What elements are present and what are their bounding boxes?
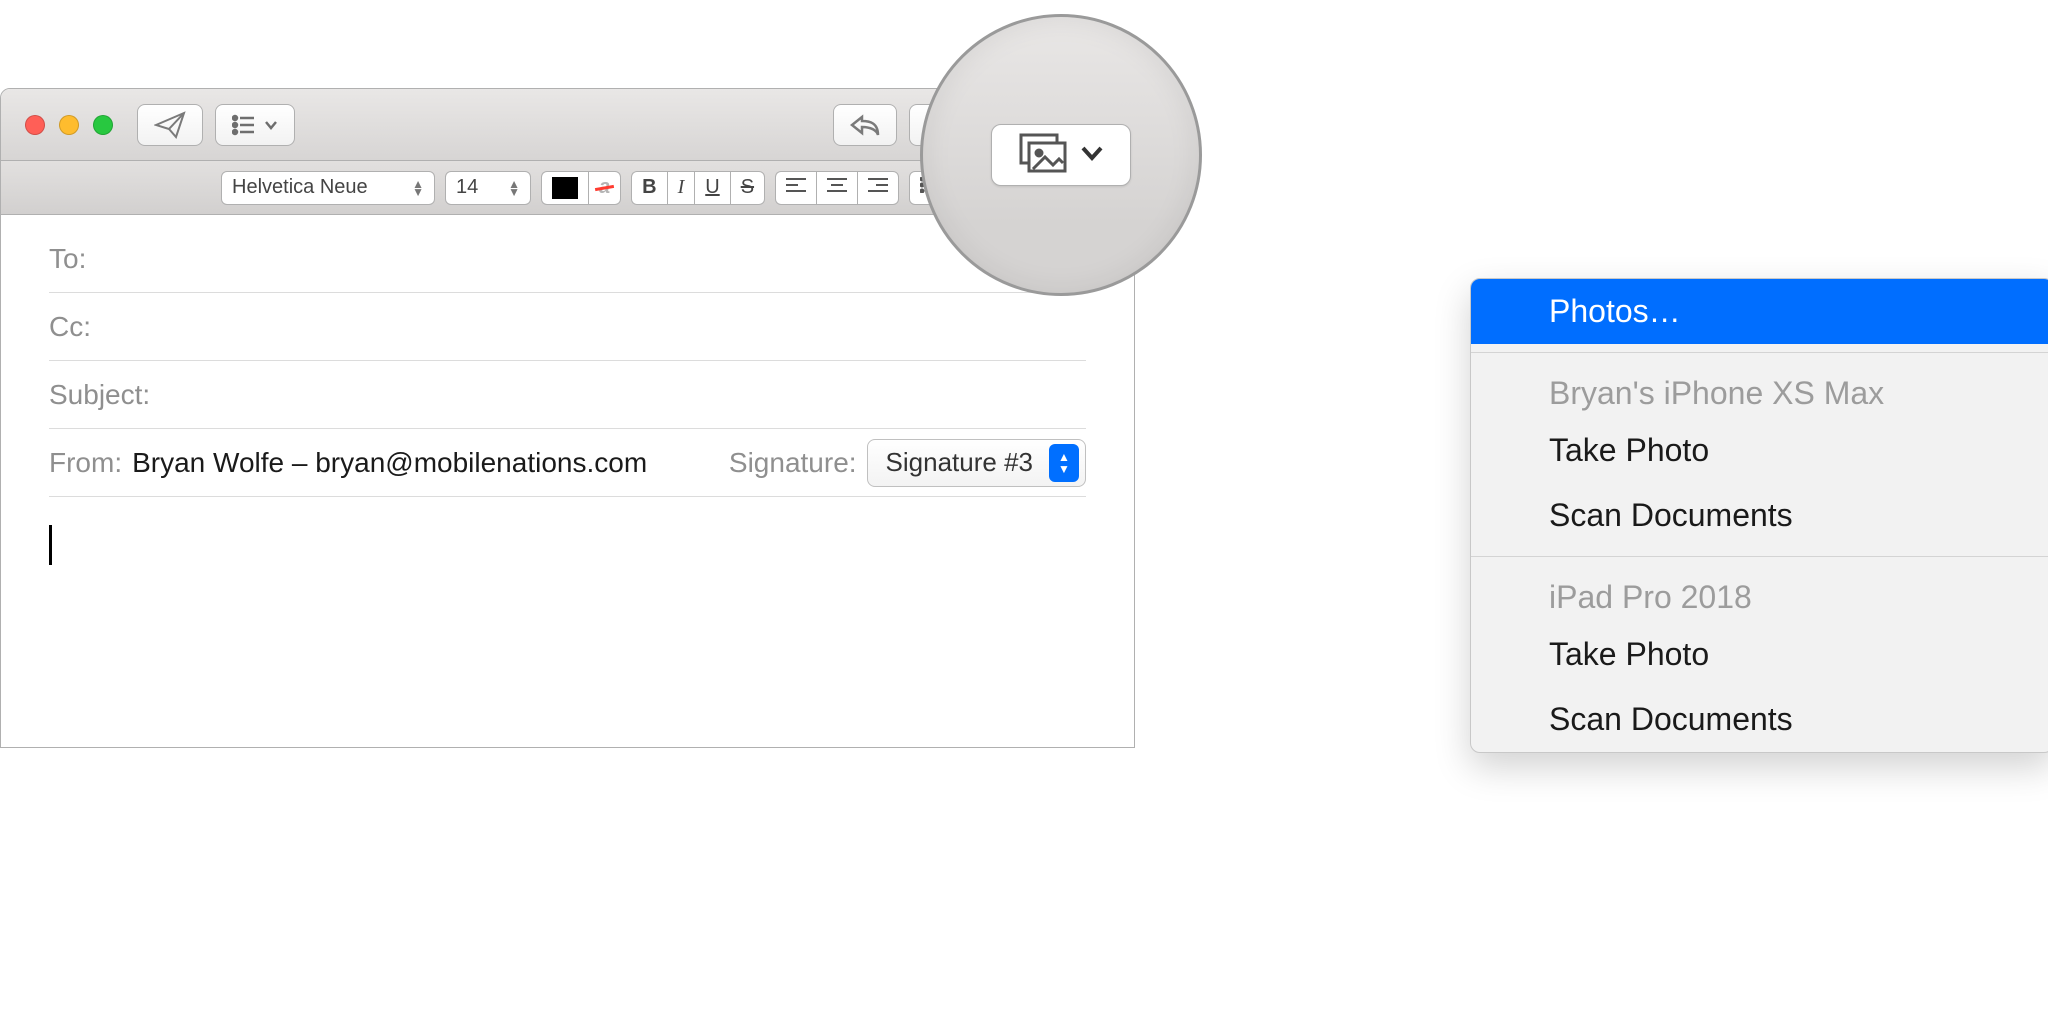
subject-field[interactable]: Subject: [49,361,1086,429]
menu-item-photos[interactable]: Photos… [1471,279,2048,344]
menu-section-label: iPad Pro 2018 [1549,579,1752,615]
underline-glyph: U [705,176,719,199]
menu-section-label: Bryan's iPhone XS Max [1549,375,1884,411]
font-family-select[interactable]: Helvetica Neue ▲▼ [221,171,435,205]
reply-button[interactable] [833,104,897,146]
send-button[interactable] [137,104,203,146]
paper-plane-icon [154,111,186,139]
signature-value: Signature #3 [886,447,1033,478]
align-group [775,171,899,205]
text-cursor [49,525,52,565]
window-controls [25,115,113,135]
menu-item-scan-documents-1[interactable]: Scan Documents [1471,483,2048,548]
chevron-down-icon [1081,145,1103,166]
close-window-button[interactable] [25,115,45,135]
menu-section-device1: Bryan's iPhone XS Max [1471,361,2048,418]
to-label: To: [49,243,86,275]
bold-glyph: B [642,176,656,199]
font-family-label: Helvetica Neue [232,176,368,199]
cc-field[interactable]: Cc: [49,293,1086,361]
menu-separator [1471,556,2048,557]
align-center-button[interactable] [816,171,857,205]
italic-glyph: I [678,176,685,199]
align-center-icon [827,176,847,199]
menu-item-take-photo-2[interactable]: Take Photo [1471,622,2048,687]
menu-section-device2: iPad Pro 2018 [1471,565,2048,622]
strike-glyph: S [741,176,754,199]
background-color-button[interactable]: a [588,171,621,205]
align-left-button[interactable] [775,171,816,205]
color-group: a [541,171,621,205]
to-field[interactable]: To: [49,225,1086,293]
menu-item-label: Take Photo [1549,432,1709,468]
align-right-icon [868,176,888,199]
list-icon [232,114,258,136]
bold-button[interactable]: B [631,171,666,205]
font-size-select[interactable]: 14 ▲▼ [445,171,531,205]
magnifier-callout [920,14,1202,296]
underline-button[interactable]: U [694,171,729,205]
menu-item-label: Scan Documents [1549,701,1793,737]
from-row: From: Bryan Wolfe – bryan@mobilenations.… [49,429,1086,497]
align-right-button[interactable] [857,171,899,205]
photo-browser-menu: Photos… Bryan's iPhone XS Max Take Photo… [1470,278,2048,753]
menu-item-label: Scan Documents [1549,497,1793,533]
signature-select[interactable]: Signature #3 ▲▼ [867,439,1086,487]
photo-browser-button[interactable] [991,124,1131,186]
message-body[interactable] [1,497,1134,747]
style-group: B I U S [631,171,765,205]
italic-button[interactable]: I [667,171,695,205]
cc-label: Cc: [49,311,91,343]
menu-item-label: Take Photo [1549,636,1709,672]
minimize-window-button[interactable] [59,115,79,135]
menu-item-label: Photos… [1549,293,1681,329]
color-swatch-icon [552,177,578,199]
from-label: From: [49,447,122,479]
photos-icon [1019,133,1067,178]
menu-item-take-photo-1[interactable]: Take Photo [1471,418,2048,483]
stepper-icon: ▲▼ [412,180,424,196]
chevron-down-icon [264,120,278,130]
stepper-icon: ▲▼ [508,180,520,196]
reply-icon [850,113,880,137]
menu-item-scan-documents-2[interactable]: Scan Documents [1471,687,2048,752]
font-size-label: 14 [456,176,478,199]
header-fields-button[interactable] [215,104,295,146]
zoom-window-button[interactable] [93,115,113,135]
stepper-icon: ▲▼ [1049,444,1079,482]
menu-separator [1471,352,2048,353]
text-color-button[interactable] [541,171,588,205]
subject-label: Subject: [49,379,150,411]
signature-label: Signature: [729,447,857,479]
strikethrough-button[interactable]: S [730,171,765,205]
align-left-icon [786,176,806,199]
from-value[interactable]: Bryan Wolfe – bryan@mobilenations.com [132,447,647,479]
text-a-strike-icon: a [599,176,610,199]
